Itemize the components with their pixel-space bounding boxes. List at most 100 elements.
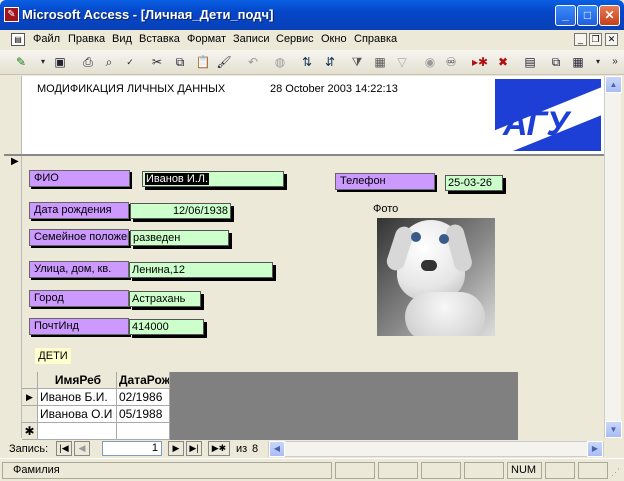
menu-window[interactable]: Окно xyxy=(321,33,347,45)
spelling-icon[interactable]: ✓ xyxy=(120,53,140,71)
window-title: Microsoft Access - [Личная_Дети_подч] xyxy=(22,7,274,22)
new-row-asterisk-icon[interactable]: ✱ xyxy=(22,423,38,440)
header-datetime: 28 October 2003 14:22:13 xyxy=(270,83,398,95)
undo-icon[interactable]: ↶ xyxy=(243,53,263,71)
cut-icon[interactable]: ✂ xyxy=(147,53,167,71)
status-pane xyxy=(421,462,461,479)
row-selector[interactable] xyxy=(22,406,38,423)
copy-icon[interactable]: ⧉ xyxy=(170,53,190,71)
menu-help[interactable]: Справка xyxy=(354,33,397,45)
access-app-icon[interactable]: ✎ xyxy=(4,7,19,22)
new-row-birthdate[interactable] xyxy=(117,423,170,440)
street-label: Улица, дом, кв. xyxy=(29,261,129,278)
print-preview-icon[interactable]: ⌕ xyxy=(99,53,119,71)
photo-label: Фото xyxy=(373,203,399,215)
header-divider xyxy=(4,154,604,156)
city-field[interactable]: Астрахань xyxy=(129,291,201,307)
form-menu-icon[interactable]: ▤ xyxy=(11,33,25,46)
minimize-button[interactable]: _ xyxy=(555,5,576,26)
menu-insert[interactable]: Вставка xyxy=(139,33,180,45)
status-pane xyxy=(545,462,575,479)
toolbar-overflow-icon[interactable]: » xyxy=(605,53,624,71)
record-selector[interactable] xyxy=(4,76,22,438)
binoculars-icon[interactable]: ♾ xyxy=(441,53,461,71)
format-painter-icon[interactable]: 🖌 xyxy=(214,53,234,71)
scroll-up-icon[interactable]: ▲ xyxy=(605,76,622,93)
title-bar[interactable]: ✎ Microsoft Access - [Личная_Дети_подч] … xyxy=(0,0,624,30)
menu-tools[interactable]: Сервис xyxy=(276,33,314,45)
status-pane xyxy=(578,462,608,479)
menu-file[interactable]: Файл xyxy=(33,33,60,45)
print-icon[interactable]: ⎙ xyxy=(78,53,98,71)
maximize-button[interactable]: □ xyxy=(577,5,598,26)
new-object-icon[interactable]: ▦ xyxy=(568,53,588,71)
nav-label: Запись: xyxy=(9,443,49,455)
apply-filter-icon[interactable]: ▽ xyxy=(392,53,412,71)
status-text: Фамилия xyxy=(2,462,332,479)
database-window-icon[interactable]: ⧉ xyxy=(546,53,566,71)
phone-label: Телефон xyxy=(335,173,435,190)
nav-of-label: из xyxy=(236,443,248,455)
new-row-name[interactable] xyxy=(38,423,117,440)
fio-label: ФИО xyxy=(29,170,130,187)
last-record-icon[interactable]: ▶| xyxy=(186,441,202,456)
children-label: ДЕТИ xyxy=(35,348,71,364)
row-selector-current-icon[interactable]: ▶ xyxy=(22,389,38,406)
column-header-name[interactable]: ИмяРеб xyxy=(38,372,117,389)
doc-minimize-button[interactable]: _ xyxy=(574,33,587,46)
find-icon[interactable]: ◉ xyxy=(420,53,440,71)
close-button[interactable]: ✕ xyxy=(599,5,620,26)
doc-restore-button[interactable]: ❐ xyxy=(589,33,602,46)
properties-icon[interactable]: ▤ xyxy=(520,53,540,71)
prev-record-icon[interactable]: ◀ xyxy=(74,441,90,456)
phone-field[interactable]: 25-03-26 xyxy=(445,175,503,191)
street-field[interactable]: Ленина,12 xyxy=(129,262,273,278)
design-view-icon[interactable]: ✎ xyxy=(11,53,31,71)
column-header-birthdate[interactable]: ДатаРож xyxy=(117,372,170,389)
hyperlink-icon[interactable]: ◍ xyxy=(270,53,290,71)
nav-total: 8 xyxy=(252,443,259,455)
table-row-birthdate[interactable]: 02/1986 xyxy=(117,389,170,406)
num-lock-indicator: NUM xyxy=(507,462,542,479)
next-record-icon[interactable]: ▶ xyxy=(168,441,184,456)
menu-edit[interactable]: Правка xyxy=(68,33,105,45)
scroll-right-icon[interactable]: ▶ xyxy=(587,441,603,457)
delete-record-icon[interactable]: ✖ xyxy=(493,53,513,71)
dog-photo[interactable] xyxy=(377,218,495,336)
paste-icon[interactable]: 📋 xyxy=(193,53,213,71)
record-number-input[interactable]: 1 xyxy=(102,441,162,456)
scroll-down-icon[interactable]: ▼ xyxy=(605,421,622,438)
status-bar: Фамилия NUM ⋰ xyxy=(0,458,624,481)
vertical-scrollbar[interactable]: ▲ ▼ xyxy=(604,76,622,438)
filter-by-selection-icon[interactable]: ⧩ xyxy=(347,53,367,71)
city-label: Город xyxy=(29,290,129,307)
doc-close-button[interactable]: ✕ xyxy=(605,33,618,46)
sort-descending-icon[interactable]: ⇵ xyxy=(320,53,340,71)
grid-corner[interactable] xyxy=(22,372,38,389)
scroll-left-icon[interactable]: ◀ xyxy=(269,441,285,457)
save-icon[interactable]: ▣ xyxy=(50,53,70,71)
birth-field[interactable]: 12/06/1938 xyxy=(130,203,231,219)
table-row-name[interactable]: Иванова О.И xyxy=(38,406,117,423)
children-grid: ИмяРеб ДатаРож ▶ Иванов Б.И. 02/1986 Ива… xyxy=(22,372,170,440)
menu-view[interactable]: Вид xyxy=(112,33,132,45)
sort-ascending-icon[interactable]: ⇅ xyxy=(297,53,317,71)
current-record-arrow-icon: ▶ xyxy=(11,156,19,167)
zip-field[interactable]: 414000 xyxy=(129,319,204,335)
resize-grip-icon[interactable]: ⋰ xyxy=(611,467,621,477)
form-title: МОДИФИКАЦИЯ ЛИЧНЫХ ДАННЫХ xyxy=(37,83,226,95)
birth-label: Дата рождения xyxy=(29,202,129,219)
table-row-birthdate[interactable]: 05/1988 xyxy=(117,406,170,423)
menu-format[interactable]: Формат xyxy=(187,33,226,45)
first-record-icon[interactable]: |◀ xyxy=(56,441,72,456)
table-row-name[interactable]: Иванов Б.И. xyxy=(38,389,117,406)
horizontal-scrollbar[interactable]: ◀ ▶ xyxy=(268,441,604,457)
filter-by-form-icon[interactable]: ▦ xyxy=(370,53,390,71)
status-pane xyxy=(464,462,504,479)
new-record-icon[interactable]: ▸✱ xyxy=(470,53,490,71)
marital-label: Семейное положение xyxy=(29,229,129,246)
menu-records[interactable]: Записи xyxy=(233,33,270,45)
marital-field[interactable]: разведен xyxy=(130,230,229,246)
fio-field[interactable]: Иванов И.Л. xyxy=(142,171,284,187)
new-record-nav-icon[interactable]: ▶✱ xyxy=(208,441,230,456)
